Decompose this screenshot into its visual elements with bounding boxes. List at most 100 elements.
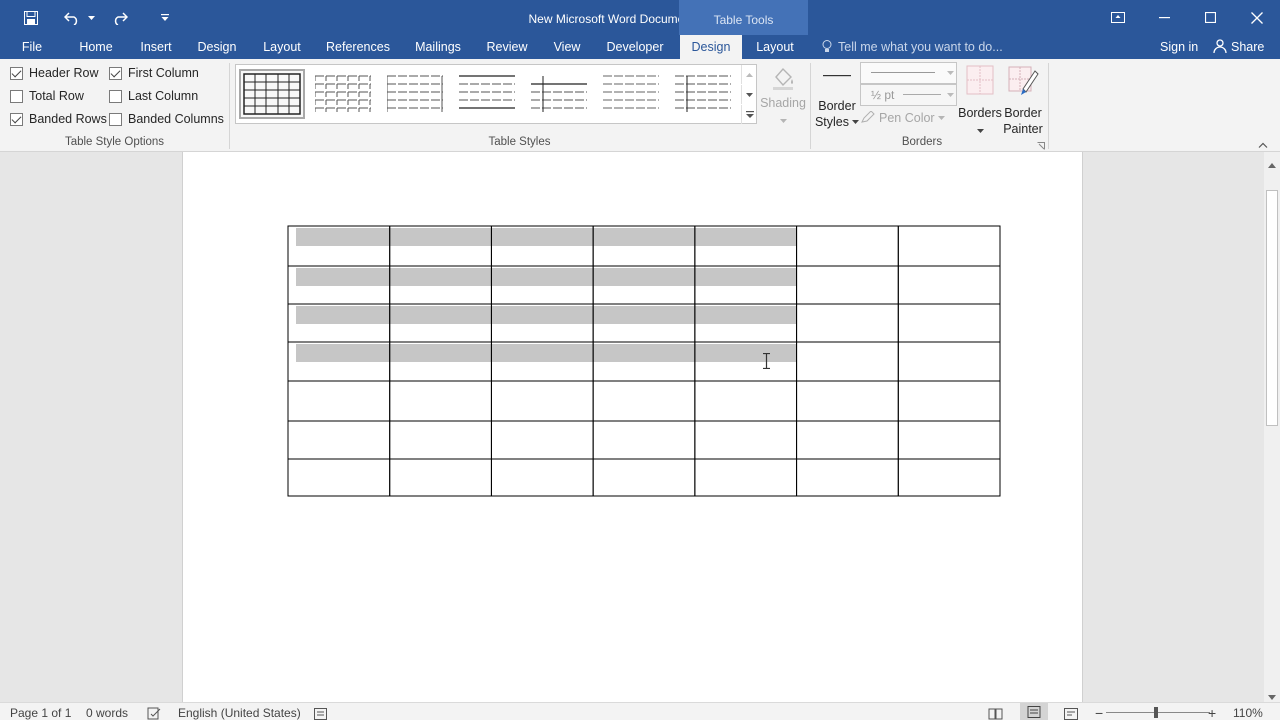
tab-home[interactable]: Home [70, 35, 122, 59]
line-weight-dropdown[interactable]: ½ pt [860, 84, 957, 106]
table-cell[interactable] [592, 380, 696, 422]
macro-recording-icon[interactable] [314, 706, 327, 720]
table-cell[interactable] [897, 225, 1001, 267]
table-cell[interactable] [796, 458, 899, 497]
print-layout-icon[interactable] [1020, 703, 1048, 720]
table-cell[interactable] [796, 225, 899, 267]
table-cell[interactable] [389, 458, 492, 497]
close-icon[interactable] [1234, 0, 1280, 35]
table-cell[interactable] [490, 380, 594, 422]
undo-icon[interactable] [60, 0, 84, 35]
tab-file[interactable]: File [10, 35, 54, 59]
table-cell[interactable] [287, 458, 391, 497]
read-mode-icon[interactable] [988, 706, 1003, 720]
collapse-ribbon-icon[interactable] [1258, 137, 1268, 151]
proofing-icon[interactable] [147, 706, 161, 720]
checkbox-box [109, 66, 122, 80]
table-cell[interactable] [897, 341, 1001, 382]
tell-me-box[interactable]: Tell me what you want to do... [822, 35, 1003, 59]
sign-in-link[interactable]: Sign in [1160, 35, 1198, 59]
ribbon-display-options-icon[interactable] [1095, 0, 1141, 35]
table-cell[interactable] [796, 420, 899, 460]
tab-review[interactable]: Review [481, 35, 533, 59]
table-style-grid[interactable] [239, 69, 305, 119]
minimize-icon[interactable] [1141, 0, 1187, 35]
zoom-slider[interactable] [1106, 712, 1210, 713]
table-cell[interactable] [897, 458, 1001, 497]
first-column-checkbox[interactable]: First Column [109, 66, 199, 80]
gallery-down-icon[interactable] [741, 85, 757, 104]
banded-columns-checkbox[interactable]: Banded Columns [109, 112, 224, 126]
border-styles-button[interactable]: Border Styles [814, 69, 860, 130]
table-cell[interactable] [389, 380, 492, 422]
shading-button[interactable]: Shading [758, 65, 808, 127]
table-cell[interactable] [897, 420, 1001, 460]
scroll-up-icon[interactable] [1268, 157, 1276, 171]
table-cell[interactable] [490, 458, 594, 497]
undo-dropdown-icon[interactable] [85, 0, 97, 35]
table-style-dashed-1[interactable] [310, 69, 376, 119]
table-style-lines-3[interactable] [598, 69, 664, 119]
table-cell[interactable] [592, 420, 696, 460]
table-style-lines-1[interactable] [454, 69, 520, 119]
table-cell[interactable] [897, 380, 1001, 422]
table-cell[interactable] [796, 341, 899, 382]
vertical-scrollbar[interactable] [1264, 152, 1280, 702]
tab-developer[interactable]: Developer [600, 35, 670, 59]
redo-icon[interactable] [108, 0, 132, 35]
table-cell[interactable] [897, 265, 1001, 305]
table-cell[interactable] [796, 265, 899, 305]
last-column-checkbox[interactable]: Last Column [109, 89, 198, 103]
header-row-checkbox[interactable]: Header Row [10, 66, 98, 80]
gallery-up-icon[interactable] [741, 65, 757, 84]
table-cell[interactable] [796, 303, 899, 343]
word-count[interactable]: 0 words [86, 703, 128, 720]
table-cell[interactable] [694, 458, 798, 497]
tab-view[interactable]: View [545, 35, 589, 59]
banded-rows-checkbox[interactable]: Banded Rows [10, 112, 107, 126]
table-cell[interactable] [490, 420, 594, 460]
tab-references[interactable]: References [320, 35, 396, 59]
language[interactable]: English (United States) [178, 703, 301, 720]
tab-design[interactable]: Design [192, 35, 242, 59]
maximize-icon[interactable] [1187, 0, 1233, 35]
zoom-level[interactable]: 110% [1233, 703, 1263, 720]
table-cell[interactable] [287, 380, 391, 422]
borders-dialog-launcher-icon[interactable] [1037, 139, 1045, 153]
table-cell[interactable] [389, 420, 492, 460]
web-layout-icon[interactable] [1064, 706, 1078, 720]
borders-dropdown-icon [976, 129, 984, 133]
border-styles-label-1: Border [818, 99, 856, 113]
document-page[interactable] [182, 152, 1083, 702]
tab-table-design[interactable]: Design [680, 35, 742, 59]
table-cell[interactable] [897, 303, 1001, 343]
line-style-dropdown[interactable] [860, 62, 957, 84]
total-row-checkbox[interactable]: Total Row [10, 89, 84, 103]
document-table[interactable] [183, 152, 1084, 702]
zoom-slider-thumb[interactable] [1154, 707, 1158, 718]
table-cell[interactable] [694, 380, 798, 422]
tab-mailings[interactable]: Mailings [405, 35, 471, 59]
tab-table-layout[interactable]: Layout [745, 35, 805, 59]
save-icon[interactable] [18, 0, 44, 35]
zoom-out-icon[interactable]: − [1095, 703, 1103, 720]
page-count[interactable]: Page 1 of 1 [10, 703, 71, 720]
table-style-lines-4[interactable] [670, 69, 736, 119]
table-style-dashed-2[interactable] [382, 69, 448, 119]
customize-qat-icon[interactable] [157, 0, 173, 35]
borders-button[interactable]: Borders [957, 65, 1003, 137]
table-style-lines-2[interactable] [526, 69, 592, 119]
table-cell[interactable] [796, 380, 899, 422]
border-painter-button[interactable]: Border Painter [1000, 65, 1046, 137]
zoom-in-icon[interactable]: + [1208, 703, 1216, 720]
share-button[interactable]: Share [1213, 35, 1264, 59]
tab-insert[interactable]: Insert [131, 35, 181, 59]
scrollbar-thumb[interactable] [1266, 190, 1278, 426]
table-cell[interactable] [694, 420, 798, 460]
table-cell[interactable] [592, 458, 696, 497]
table-cell[interactable] [287, 420, 391, 460]
gallery-more-icon[interactable] [741, 105, 757, 124]
tab-layout[interactable]: Layout [254, 35, 310, 59]
pen-color-button[interactable]: Pen Color [861, 110, 945, 125]
scroll-down-icon[interactable] [1268, 689, 1276, 703]
